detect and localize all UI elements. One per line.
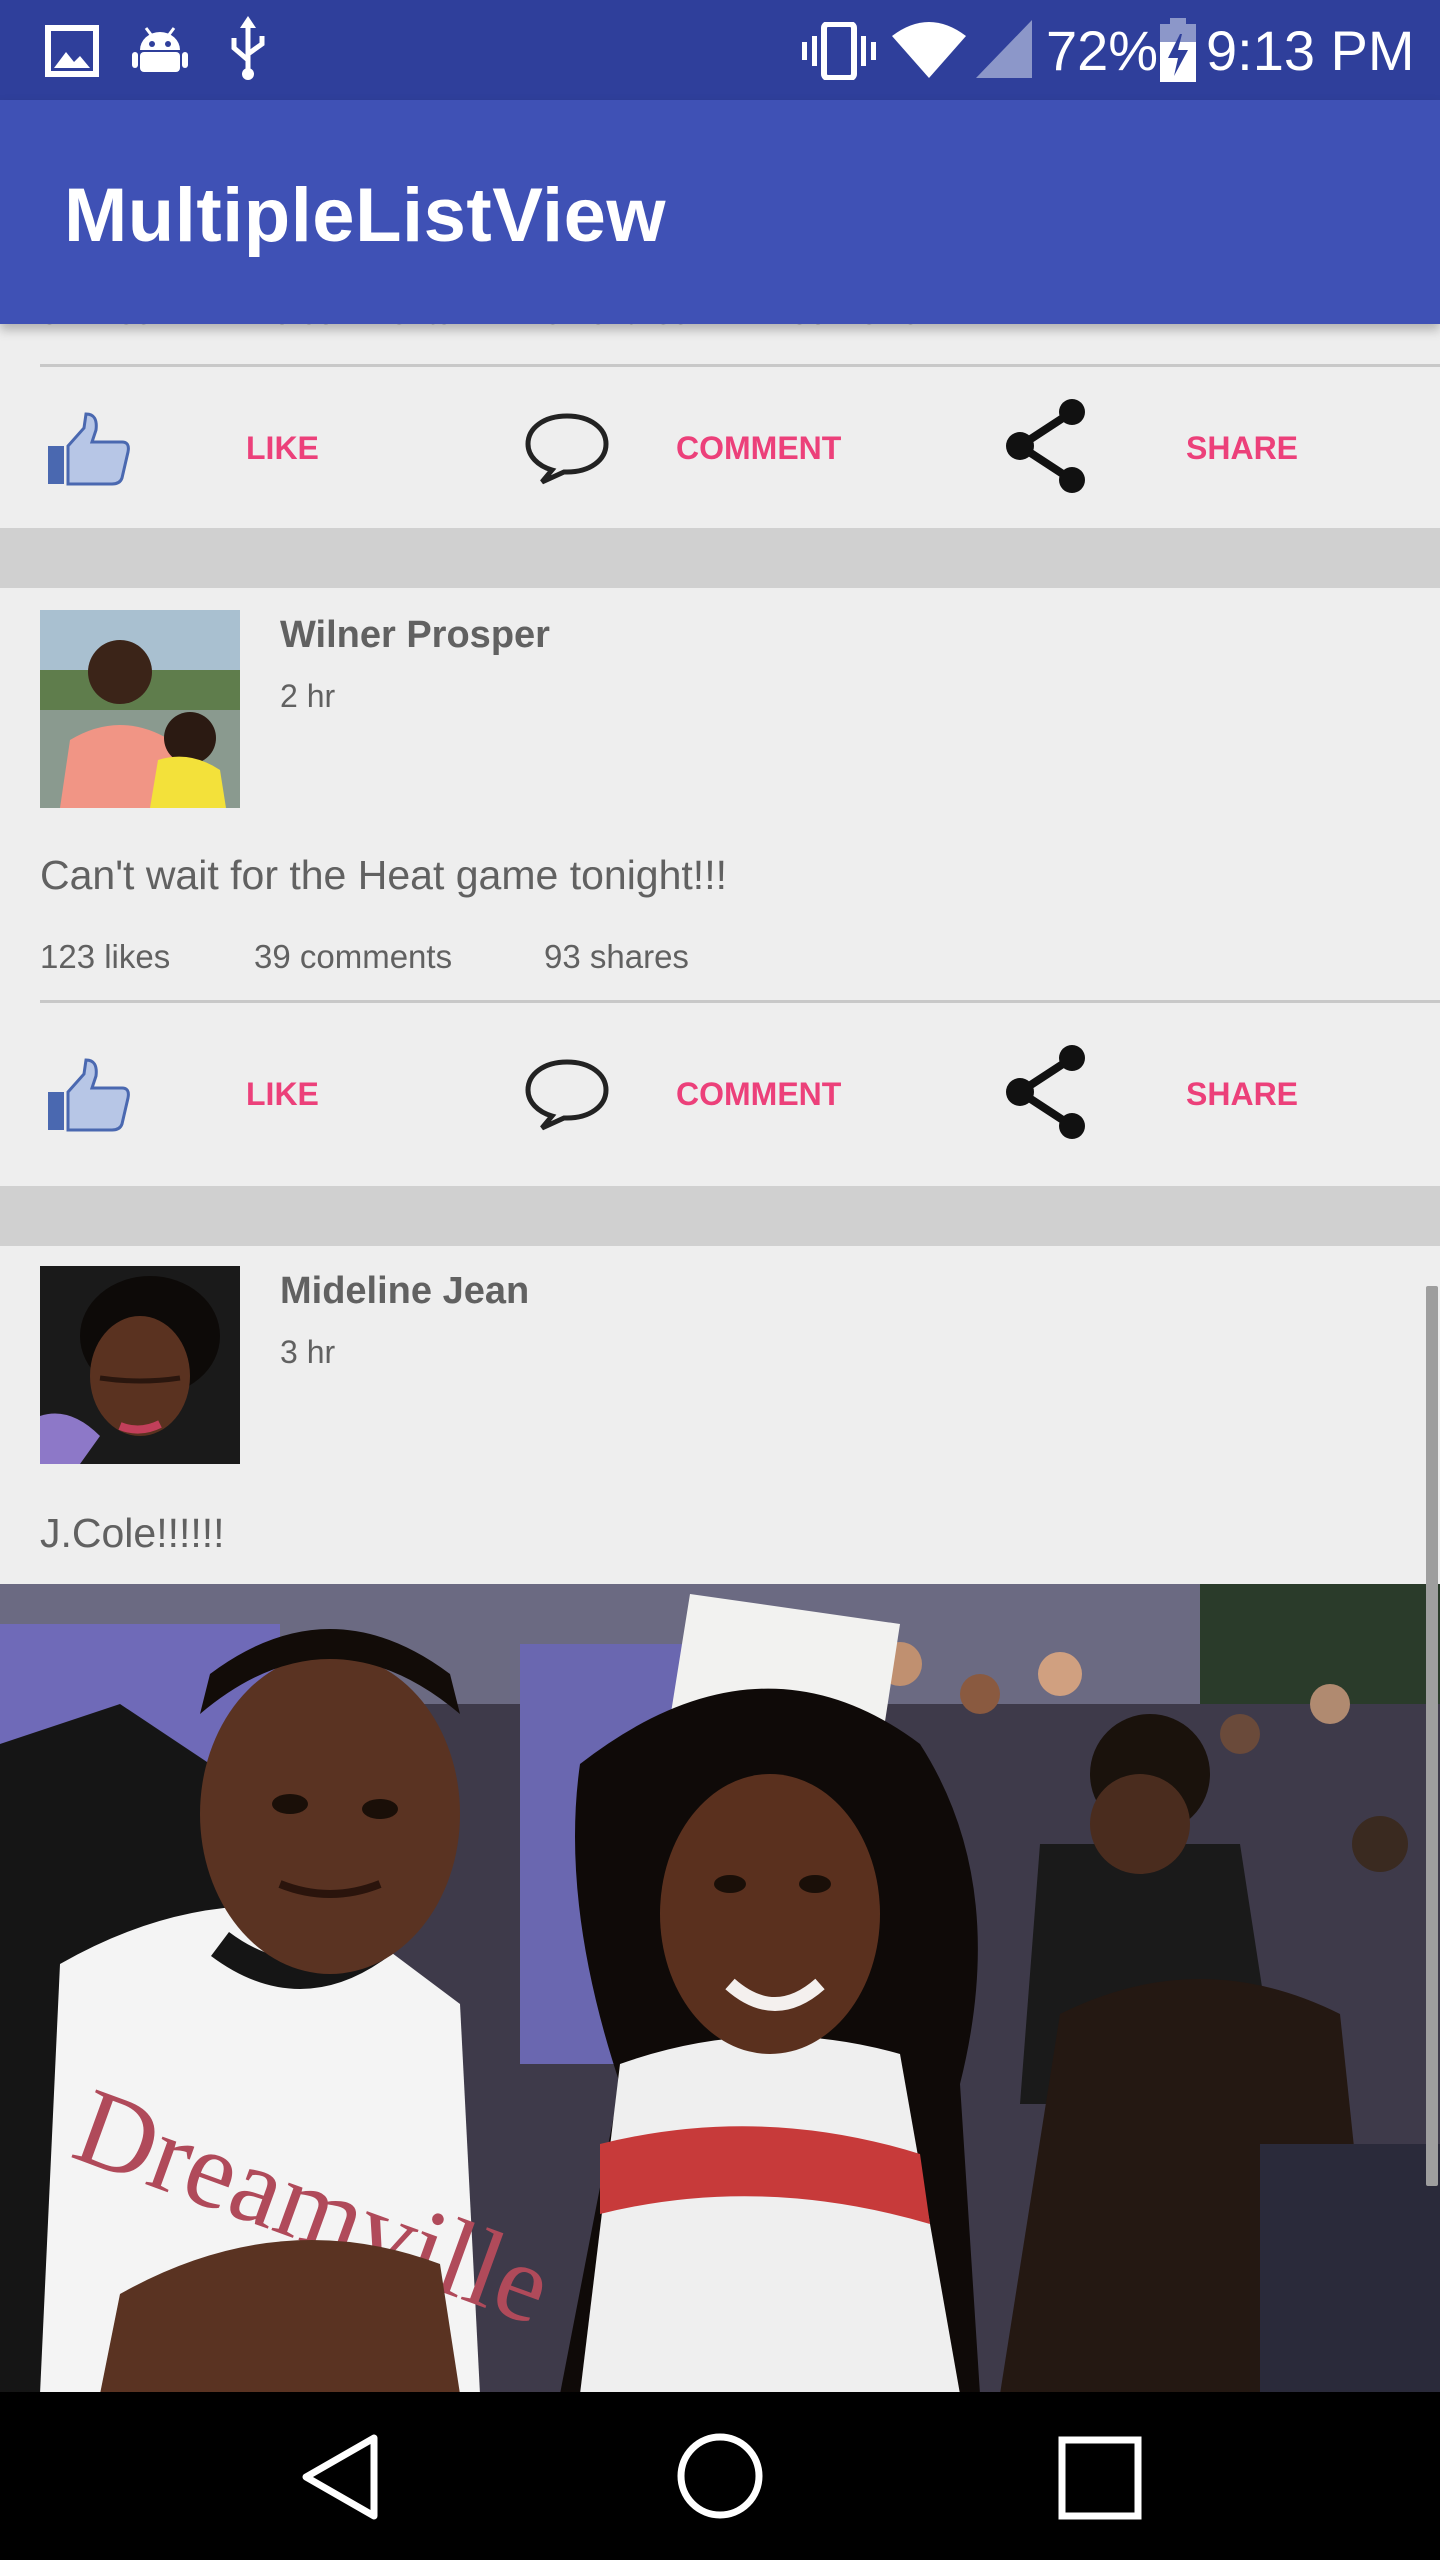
- post-separator: [0, 1186, 1440, 1246]
- navigation-bar: [0, 2392, 1440, 2560]
- like-button[interactable]: [46, 412, 130, 486]
- share-icon: [1006, 1045, 1085, 1139]
- wifi-icon: [892, 22, 966, 78]
- post-separator: [0, 528, 1440, 588]
- divider: [40, 364, 1440, 367]
- likes-count[interactable]: 123 likes: [40, 938, 170, 976]
- share-button[interactable]: [1004, 398, 1090, 494]
- app-title: MultipleListView: [64, 173, 667, 258]
- avatar[interactable]: [40, 610, 240, 808]
- divider: [40, 1000, 1440, 1003]
- comment-button[interactable]: [524, 410, 610, 486]
- views-count: 403 views: [772, 324, 919, 332]
- likes-count[interactable]: 67 likes: [40, 324, 152, 332]
- comment-icon: [525, 1059, 609, 1131]
- comments-count[interactable]: 123 comments: [236, 324, 452, 332]
- author-name[interactable]: Wilner Prosper: [280, 614, 550, 657]
- share-icon: [1006, 399, 1085, 493]
- usb-icon: [231, 16, 265, 80]
- post-time: 2 hr: [280, 678, 336, 714]
- action-row: LIKE COMMENT SHARE: [0, 368, 1440, 528]
- share-button[interactable]: [1004, 1044, 1090, 1140]
- comment-label[interactable]: COMMENT: [676, 430, 841, 467]
- battery-percentage: 72%: [1046, 19, 1159, 82]
- comment-button[interactable]: [524, 1056, 610, 1132]
- feed-list[interactable]: 67 likes 123 comments 97 shares 403 view…: [0, 324, 1440, 2392]
- share-label[interactable]: SHARE: [1186, 1076, 1298, 1113]
- clock: 9:13 PM: [1206, 19, 1415, 82]
- app-bar: MultipleListView: [0, 100, 1440, 324]
- post-text: Can't wait for the Heat game tonight!!!: [40, 852, 727, 898]
- author-name[interactable]: Mideline Jean: [280, 1270, 529, 1313]
- post-stats: 123 likes 39 comments 93 shares: [0, 938, 1440, 998]
- action-row: LIKE COMMENT SHARE: [0, 1014, 1440, 1174]
- signal-icon: [976, 20, 1032, 78]
- thumbs-up-icon: [48, 412, 130, 486]
- avatar[interactable]: [40, 1266, 240, 1464]
- comment-icon: [525, 413, 609, 485]
- vibrate-icon: [802, 22, 876, 80]
- comment-label[interactable]: COMMENT: [676, 1076, 841, 1113]
- status-bar: 72% 9:13 PM: [0, 0, 1440, 100]
- post-photo[interactable]: Dreamville: [0, 1584, 1440, 2392]
- like-label[interactable]: LIKE: [246, 1076, 319, 1113]
- thumbs-up-icon: [48, 1058, 130, 1132]
- image-icon: [45, 25, 99, 77]
- battery-charging-icon: [1160, 18, 1196, 82]
- like-label[interactable]: LIKE: [246, 430, 319, 467]
- back-icon[interactable]: [300, 2432, 380, 2522]
- shares-count[interactable]: 93 shares: [544, 938, 689, 976]
- post-text: J.Cole!!!!!!: [40, 1510, 225, 1556]
- share-label[interactable]: SHARE: [1186, 430, 1298, 467]
- previous-post-stats: 67 likes 123 comments 97 shares 403 view…: [0, 324, 1440, 364]
- recents-icon[interactable]: [1058, 2436, 1142, 2520]
- shares-count[interactable]: 97 shares: [544, 324, 689, 332]
- home-icon[interactable]: [676, 2432, 764, 2520]
- comments-count[interactable]: 39 comments: [254, 938, 452, 976]
- scrollbar[interactable]: [1426, 1286, 1438, 2186]
- android-icon: [132, 27, 188, 72]
- like-button[interactable]: [46, 1058, 130, 1132]
- post-time: 3 hr: [280, 1334, 336, 1370]
